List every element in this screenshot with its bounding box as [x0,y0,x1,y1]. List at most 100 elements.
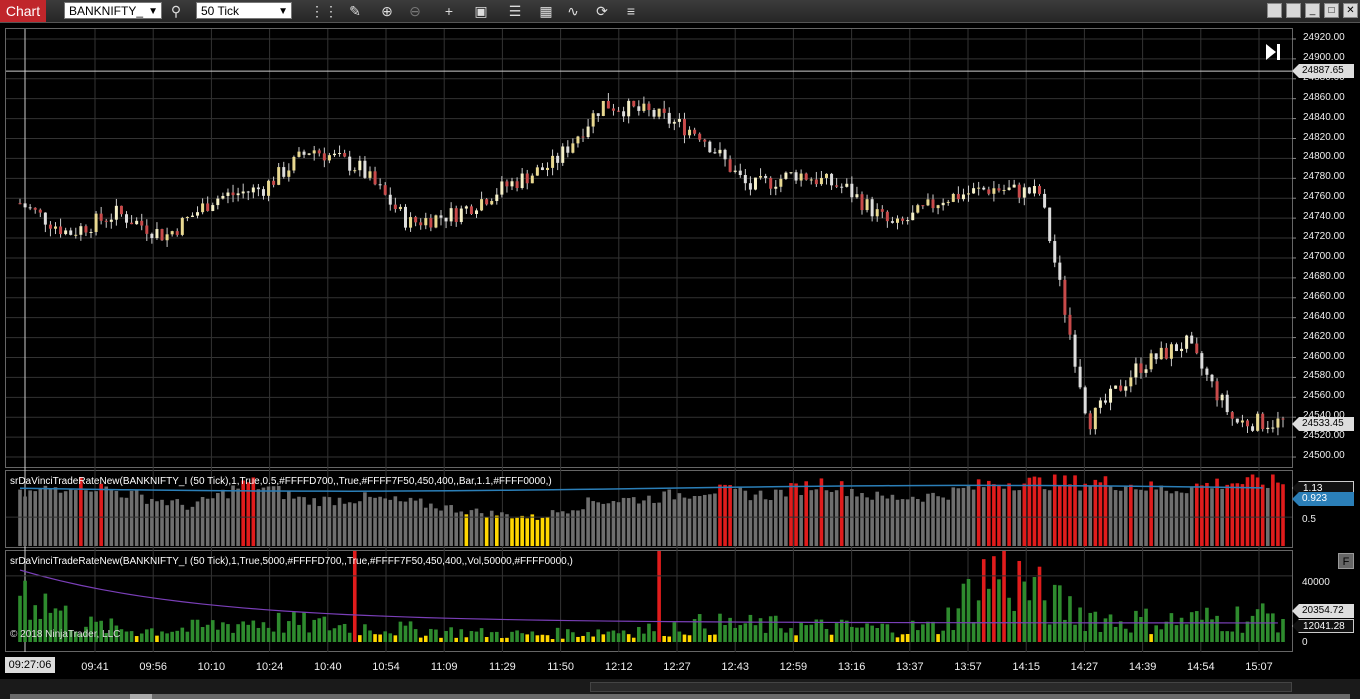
volume-bar [261,622,266,642]
rate-bar [281,499,286,546]
rate-bar [1200,485,1204,546]
rate-bar [728,485,732,546]
volume-bar [200,627,205,642]
scroll-thumb[interactable] [590,682,1292,692]
volume-bar [1281,618,1285,642]
rate-bar [789,483,793,546]
time-label: 12:27 [663,661,691,673]
candle-body [1134,363,1138,378]
candle-body [485,199,489,205]
volume-bar [160,631,164,642]
rate-bar [84,490,88,546]
volume-bar [307,632,311,642]
candle-body [363,160,367,178]
volume-bar [1215,615,1219,642]
volume-bar [905,634,910,642]
candle-body [551,155,555,168]
volume-bar [1189,612,1194,642]
volume-bar [773,615,778,642]
rate-bar [337,497,342,546]
volume-bar [1276,632,1280,642]
rate-bar [1179,492,1184,546]
rate-bar [915,499,920,546]
candle-body [769,177,773,189]
candle-body [799,173,803,181]
rate-bar [819,478,824,546]
candle-body [1022,187,1026,198]
time-label: 11:09 [430,661,458,673]
candle-body [713,152,717,154]
volume-bar [692,619,697,642]
volume-bar [850,626,854,642]
rate-bar [216,493,220,546]
volume-bar [733,627,737,642]
scroll-track[interactable] [10,694,1350,699]
rate-bar [748,500,753,546]
rate-bar [606,503,611,546]
volume-bar [1220,631,1224,642]
candle-body [647,103,651,110]
volume-bar [1098,631,1103,642]
candle-body [611,108,615,111]
volume-bar [317,618,322,642]
rate-bar [292,498,296,546]
candle-body [1210,374,1214,382]
rate-bar [145,503,149,546]
candle-body [1266,427,1270,430]
rate-bar [1271,474,1275,546]
play-end-icon[interactable] [1264,42,1282,62]
volume-bar [987,588,991,642]
candle-body [896,218,900,223]
candle-body [525,173,529,184]
volume-bar [281,632,286,642]
rate-bar [408,497,413,546]
candle-body [175,231,179,235]
volume-bar [718,613,722,642]
candle-body [1169,344,1173,359]
candle-body [226,192,230,196]
volume-bar [484,637,489,642]
volume-bar [180,627,185,642]
candle-body [1103,400,1107,403]
rate-bar [515,517,519,546]
volume-bar [865,623,869,642]
volume-bar [1113,626,1118,642]
volume-bar [1139,616,1143,642]
rate-bar [667,489,672,546]
volume-bar [560,638,565,642]
candle-body [906,220,910,222]
rate-bar [540,517,545,546]
candle-body [277,167,281,185]
candle-body [297,151,301,157]
volume-bar [677,631,682,642]
scroll-left-thumb[interactable] [130,694,152,699]
volume-bar [297,624,301,642]
candle-body [566,146,570,153]
candle-body [1144,369,1148,373]
candle-body [43,212,47,225]
candle-body [809,179,813,181]
candle-body [104,220,108,222]
candle-body [875,209,879,217]
volume-bar [403,625,408,642]
volume-bar [834,623,839,642]
rate-bar [429,503,433,546]
candle-body [982,187,986,190]
rate-bar [697,496,702,546]
candle-body [454,208,458,222]
rate-bar [150,498,154,546]
candle-body [1007,187,1011,190]
candle-body [637,106,641,111]
candle-body [140,220,144,226]
volume-bar [413,629,418,642]
candle-body [414,217,418,223]
candle-body [967,193,971,195]
candle-body [1129,377,1133,387]
volume-bar [1230,631,1235,642]
volume-bar [530,631,535,642]
volume-bar [302,612,306,642]
candle-body [160,229,164,241]
volume-bar [525,634,530,642]
f-button[interactable]: F [1338,553,1354,569]
price-label: 24640.00 [1303,310,1345,322]
